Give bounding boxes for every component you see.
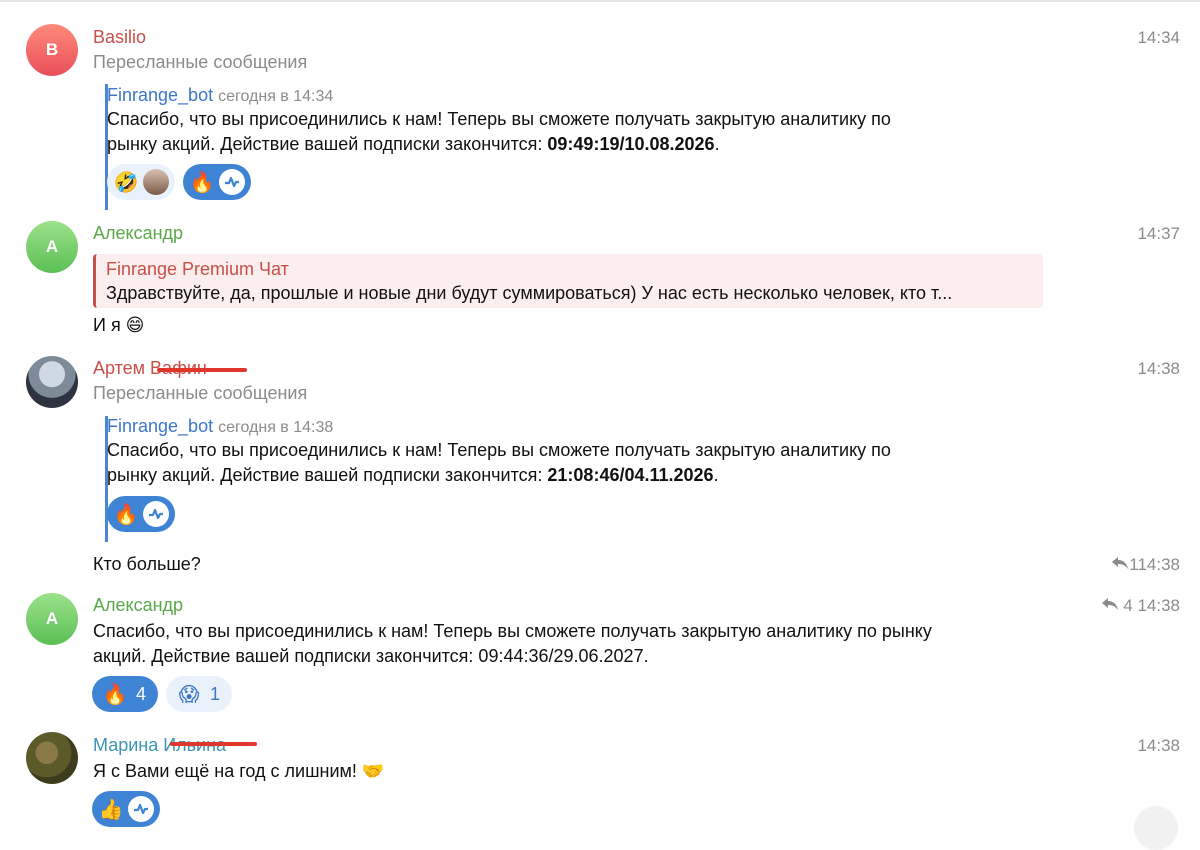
reactions: 👍	[92, 791, 160, 827]
text-line: рынку акций. Действие вашей подписки зак…	[107, 465, 719, 485]
reactor-avatar	[143, 169, 169, 195]
forward-count: 4	[1123, 596, 1133, 615]
avatar[interactable]	[26, 356, 78, 408]
top-divider	[0, 0, 1200, 2]
avatar[interactable]: B	[26, 24, 78, 76]
avatar[interactable]: А	[26, 593, 78, 645]
forward-date: сегодня в 14:34	[218, 88, 334, 105]
forward-arrow-icon	[1111, 555, 1129, 575]
text-line: Спасибо, что вы присоединились к нам! Те…	[107, 109, 891, 129]
message-text: И я 😄	[93, 315, 145, 335]
forward-header: Finrange_bot сегодня в 14:34	[107, 85, 333, 106]
author-name[interactable]: Basilio	[93, 27, 146, 48]
reaction-fire[interactable]: 🔥 4	[92, 676, 159, 712]
reaction-rofl[interactable]: 🤣	[107, 164, 175, 200]
message-time: 14:38	[1137, 736, 1180, 755]
reaction-count: 4	[136, 683, 147, 704]
reaction-fire[interactable]: 🔥	[183, 164, 251, 200]
reaction-fire[interactable]: 🔥	[107, 496, 175, 532]
scream-emoji: 😱	[178, 683, 200, 706]
text-line: Спасибо, что вы присоединились к нам! Те…	[93, 621, 932, 641]
message-text: Кто больше?	[93, 554, 201, 574]
fire-emoji: 🔥	[102, 683, 128, 706]
forward-source[interactable]: Finrange_bot	[107, 85, 213, 105]
reaction-thumbs-up[interactable]: 👍	[92, 791, 160, 827]
expiry-date: 09:49:19/10.08.2026	[547, 134, 715, 154]
fire-emoji: 🔥	[113, 503, 139, 526]
expiry-date: 21:08:46/04.11.2026	[547, 465, 714, 485]
forward-source[interactable]: Finrange_bot	[107, 416, 213, 436]
text-line: рынку акций. Действие вашей подписки зак…	[107, 134, 720, 154]
reactions: 🔥 4 😱 1	[92, 676, 233, 712]
forward-header: Finrange_bot сегодня в 14:38	[107, 416, 333, 437]
forwarded-label: Пересланные сообщения	[93, 52, 308, 72]
reactions: 🤣 🔥	[107, 164, 251, 200]
thumbs-up-emoji: 👍	[98, 798, 124, 821]
message-time: 14:38	[1137, 555, 1180, 574]
quote-title: Finrange Premium Чат	[106, 259, 289, 279]
reaction-scream[interactable]: 😱 1	[166, 676, 233, 712]
forwarded-label: Пересланные сообщения	[93, 383, 308, 403]
forward-date: сегодня в 14:38	[218, 419, 334, 436]
redaction-mark	[157, 368, 247, 372]
reply-quote[interactable]: Finrange Premium Чат Здравствуйте, да, п…	[93, 254, 1043, 308]
message-text: Я с Вами ещё на год с лишним! 🤝	[93, 761, 385, 781]
message-time: 14:37	[1137, 224, 1180, 243]
redaction-mark	[170, 742, 257, 746]
rofl-emoji: 🤣	[113, 171, 139, 194]
reaction-count: 1	[210, 683, 221, 704]
avatar[interactable]: А	[26, 221, 78, 273]
message-time: 14:38	[1137, 359, 1180, 378]
reactions: 🔥	[107, 496, 175, 532]
forward-arrow-icon	[1101, 596, 1119, 616]
quote-text: Здравствуйте, да, прошлые и новые дни бу…	[106, 283, 953, 303]
message-meta: 4 14:38	[1101, 596, 1180, 616]
scroll-down-button[interactable]	[1134, 806, 1178, 850]
author-name[interactable]: Александр	[93, 223, 183, 244]
message-time: 14:38	[1137, 596, 1180, 615]
avatar[interactable]	[26, 732, 78, 784]
avatar-letter: B	[45, 40, 59, 59]
message-time: 14:34	[1137, 28, 1180, 47]
reactor-avatar-icon	[219, 169, 245, 195]
message-text: Спасибо, что вы присоединились к нам! Те…	[93, 619, 932, 669]
message-meta: 114:38	[1111, 555, 1180, 575]
message-text: Спасибо, что вы присоединились к нам! Те…	[107, 107, 891, 157]
reactor-avatar-icon	[128, 796, 154, 822]
avatar-letter: А	[45, 609, 59, 628]
author-name[interactable]: Александр	[93, 595, 183, 616]
text-line: Спасибо, что вы присоединились к нам! Те…	[107, 440, 891, 460]
message-text: Спасибо, что вы присоединились к нам! Те…	[107, 438, 891, 488]
text-line: акций. Действие вашей подписки закончитс…	[93, 646, 649, 666]
fire-emoji: 🔥	[189, 171, 215, 194]
reactor-avatar-icon	[143, 501, 169, 527]
avatar-letter: А	[45, 237, 59, 256]
